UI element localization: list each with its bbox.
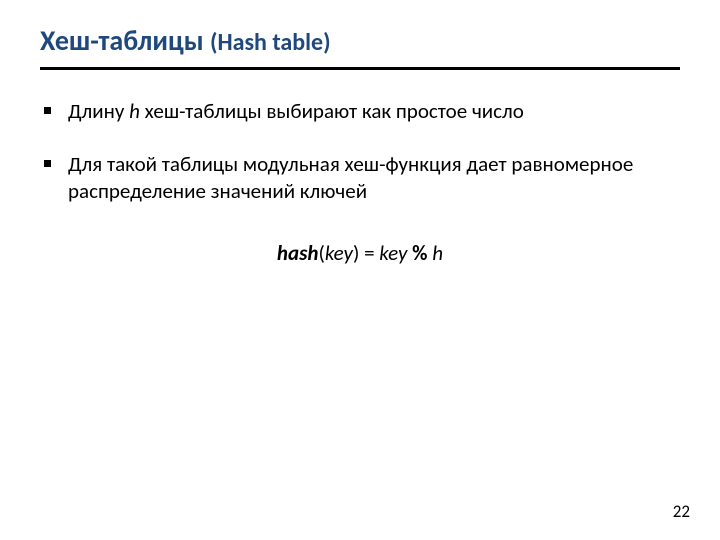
slide-title: Хеш-таблицы (Hash table): [40, 26, 680, 57]
var-h: h: [129, 98, 140, 124]
bullet-text-post: хеш-таблицы выбирают как простое число: [140, 98, 524, 124]
bullet-text-pre: Длину: [68, 98, 129, 124]
mod-op: %: [407, 240, 432, 266]
title-rule: [40, 67, 680, 70]
arg-key: key: [325, 240, 353, 266]
title-sub: (Hash table): [210, 28, 331, 57]
rhs-key: key: [379, 240, 407, 266]
hash-formula: hash(key) = key % h: [40, 240, 680, 266]
content: Длину h хеш-таблицы выбирают как простое…: [40, 98, 680, 266]
list-item: Для такой таблицы модульная хеш-функция …: [40, 151, 680, 206]
title-main: Хеш-таблицы: [40, 23, 204, 58]
page-number: 22: [673, 501, 690, 522]
fn-name: hash: [277, 240, 319, 266]
equals: =: [359, 240, 379, 266]
bullet-list: Длину h хеш-таблицы выбирают как простое…: [40, 98, 680, 206]
rhs-h: h: [432, 240, 443, 266]
list-item: Длину h хеш-таблицы выбирают как простое…: [40, 98, 680, 125]
slide: Хеш-таблицы (Hash table) Длину h хеш-таб…: [0, 0, 720, 266]
bullet-text: Для такой таблицы модульная хеш-функция …: [68, 151, 633, 204]
bullet-icon: [44, 160, 51, 167]
bullet-icon: [44, 107, 51, 114]
